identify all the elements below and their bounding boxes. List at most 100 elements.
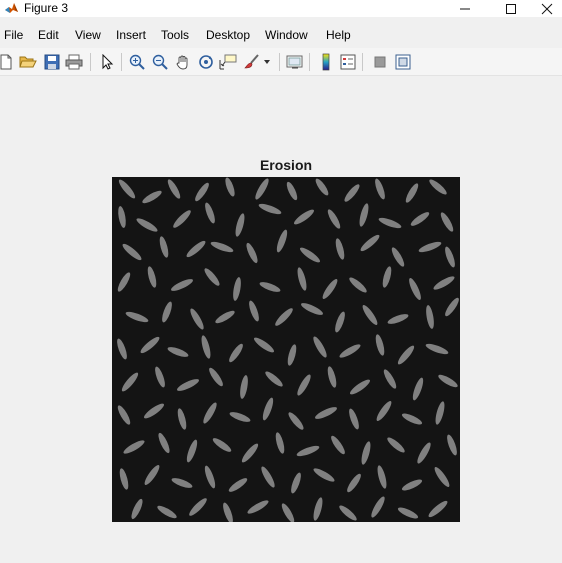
rice-grain <box>122 243 142 261</box>
rice-grain <box>205 202 215 224</box>
open-file-icon <box>19 56 37 68</box>
rice-grain <box>125 311 149 323</box>
rice-grain <box>186 240 206 258</box>
window-title: Figure 3 <box>24 1 69 15</box>
menu-help[interactable]: Help <box>326 28 351 42</box>
new-figure-button[interactable] <box>0 52 16 72</box>
rice-grain <box>286 181 298 201</box>
rotate-3d-button[interactable] <box>196 52 216 72</box>
rice-grain <box>235 213 245 237</box>
rice-grain <box>297 374 311 396</box>
toolbar-separator <box>279 53 280 71</box>
rice-grain <box>158 432 170 454</box>
rice-grain <box>131 498 143 520</box>
rice-grain <box>361 441 371 465</box>
rice-grain <box>391 247 405 267</box>
rice-grain <box>201 335 211 359</box>
print-button[interactable] <box>64 52 84 72</box>
title-bar: Figure 3 <box>0 0 562 17</box>
insert-legend-button[interactable] <box>338 52 358 72</box>
pan-button[interactable] <box>173 52 193 72</box>
rice-grain <box>301 303 323 315</box>
rice-grain <box>377 465 387 489</box>
rice-grain <box>293 209 315 225</box>
insert-colorbar-button[interactable] <box>316 52 336 72</box>
rice-grain <box>118 206 126 228</box>
rice-grain <box>223 502 233 522</box>
rice-grain <box>433 276 455 290</box>
menu-window[interactable]: Window <box>265 28 308 42</box>
menu-bar: File Edit View Insert Tools Desktop Wind… <box>0 24 562 46</box>
edit-plot-button[interactable] <box>97 52 117 72</box>
menu-view[interactable]: View <box>75 28 101 42</box>
rice-grain <box>387 437 405 453</box>
rice-grain <box>261 466 275 488</box>
rice-grain <box>246 242 258 264</box>
rice-grain <box>287 344 297 366</box>
rice-grain <box>401 479 423 491</box>
zoom-out-button[interactable] <box>150 52 170 72</box>
rice-grain <box>159 236 169 258</box>
rice-grain <box>240 375 248 399</box>
rice-grain <box>118 179 136 199</box>
rice-grain <box>401 413 423 425</box>
close-button[interactable] <box>532 0 562 17</box>
rice-grain <box>144 464 160 486</box>
rice-grain <box>296 445 320 457</box>
rice-grain <box>349 277 367 293</box>
rice-grain <box>375 178 385 200</box>
rice-grain <box>157 505 177 519</box>
image-axes[interactable] <box>112 177 460 522</box>
rice-grain <box>387 314 409 324</box>
rice-grain <box>382 266 392 288</box>
zoom-in-icon <box>129 54 145 70</box>
rice-grain <box>190 308 204 330</box>
rice-grain <box>117 272 131 292</box>
zoom-in-button[interactable] <box>127 52 147 72</box>
maximize-icon <box>506 3 516 14</box>
hide-plot-tools-button[interactable] <box>370 52 390 72</box>
menu-edit[interactable]: Edit <box>38 28 59 42</box>
rice-grain <box>162 301 172 323</box>
rice-grain <box>247 500 269 514</box>
rice-grain <box>434 466 450 488</box>
rice-grain <box>275 308 293 326</box>
rice-grain <box>397 345 415 365</box>
rice-grain <box>259 282 281 292</box>
rice-grain <box>383 369 397 389</box>
rice-grain <box>375 334 385 356</box>
rice-grain <box>255 178 269 200</box>
rice-grain <box>339 505 357 521</box>
menu-file[interactable]: File <box>4 28 23 42</box>
rice-grain <box>409 278 421 300</box>
rice-grain <box>349 408 359 430</box>
rice-grain <box>445 297 459 317</box>
pan-hand-icon <box>176 55 188 70</box>
data-cursor-button[interactable] <box>218 52 238 72</box>
hide-plot-tools-icon <box>374 56 386 68</box>
rice-grain <box>233 277 241 301</box>
rice-grain <box>362 304 378 326</box>
link-plot-button[interactable] <box>285 52 305 72</box>
rice-grain <box>417 442 431 464</box>
brush-button[interactable] <box>242 52 262 72</box>
rice-grain <box>177 379 199 391</box>
minimize-button[interactable] <box>442 0 488 17</box>
show-plot-tools-icon <box>395 54 411 70</box>
menu-insert[interactable]: Insert <box>116 28 146 42</box>
show-plot-tools-button[interactable] <box>393 52 413 72</box>
menu-desktop[interactable]: Desktop <box>206 28 250 42</box>
rice-grain <box>210 241 234 253</box>
brush-dropdown-button[interactable] <box>261 52 273 72</box>
save-icon <box>44 54 60 70</box>
data-cursor-icon <box>219 54 237 70</box>
rice-grain <box>119 468 129 490</box>
toolbar-separator <box>90 53 91 71</box>
rice-grain <box>147 266 157 288</box>
save-button[interactable] <box>42 52 62 72</box>
open-file-button[interactable] <box>18 52 38 72</box>
rice-grain <box>313 468 335 482</box>
maximize-button[interactable] <box>488 0 534 17</box>
rotate-3d-icon <box>199 55 213 69</box>
menu-tools[interactable]: Tools <box>161 28 189 42</box>
